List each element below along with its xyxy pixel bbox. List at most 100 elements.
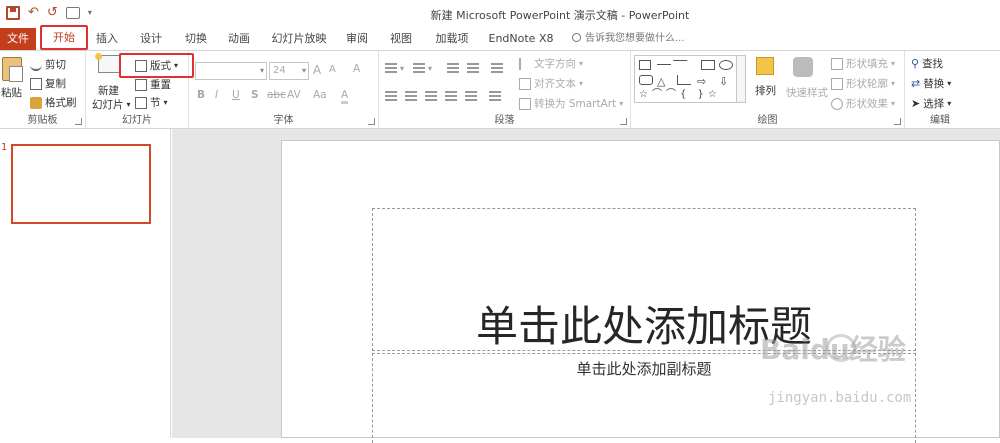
line-spacing-icon [491,63,503,73]
baidu-watermark: Baidu经验 jingyan.baidu.com [760,328,950,418]
smartart-button[interactable]: 转换为 SmartArt ▾ [519,96,623,111]
tab-review[interactable]: 审阅 [342,28,372,50]
triangle-shape-icon[interactable]: △ [657,75,671,87]
new-slide-button[interactable]: 幻灯片 ▾ [92,97,131,112]
font-launcher-icon[interactable] [368,118,375,125]
clipboard-group: 粘贴 剪切 复制 格式刷 剪贴板 [0,51,86,128]
increase-indent-button[interactable] [467,63,479,73]
shadow-button[interactable]: S [251,89,259,101]
shape-outline-button[interactable]: 形状轮廓 ▾ [831,76,895,91]
section-button[interactable]: 节 ▾ [135,95,168,110]
rounded-rect-icon[interactable] [639,75,653,85]
reset-icon [135,78,147,91]
font-name-combo[interactable]: ▾ [195,62,267,80]
font-color-icon: A [341,89,349,104]
decrease-indent-button[interactable] [447,63,459,73]
tab-design[interactable]: 设计 [136,28,166,50]
clipboard-launcher-icon[interactable] [75,118,82,125]
drawing-group: △ ⇨ ⇩ ☆⌒⌒{ }☆ 排列 快速样式 形状填充 ▾ 形状轮廓 ▾ 形状效果 ▾ … [631,51,905,128]
numbering-icon [413,63,425,73]
clear-format-button[interactable]: A [353,63,360,75]
more-shapes-row-icon[interactable]: ☆⌒⌒{ }☆ [639,90,729,100]
columns-button[interactable] [489,91,501,101]
distribute-icon [465,91,477,101]
text-direction-button[interactable]: 文字方向 ▾ [519,56,583,71]
scissors-icon [30,59,42,71]
cursor-icon: ➤ [911,97,921,110]
font-label: 字体 [273,115,294,126]
cut-button[interactable]: 剪切 [30,57,66,72]
grow-font-button[interactable]: A [313,63,321,77]
shapes-scrollbar[interactable] [736,56,745,102]
align-left-button[interactable] [385,91,397,101]
shapes-gallery[interactable]: △ ⇨ ⇩ ☆⌒⌒{ }☆ [634,55,746,103]
align-right-icon [425,91,437,101]
format-painter-button[interactable]: 格式刷 [30,95,77,110]
layout-button-label[interactable]: 版式 ▾ [135,58,178,73]
shape-effects-button[interactable]: 形状效果 ▾ [831,96,895,111]
tab-file[interactable]: 文件 [0,28,36,50]
arrange-button[interactable]: 排列 [755,83,776,98]
tab-addins[interactable]: 加载项 [432,28,472,50]
editing-label: 编辑 [930,115,950,126]
shape-fill-button[interactable]: 形状填充 ▾ [831,56,895,71]
ribbon: 粘贴 剪切 复制 格式刷 剪贴板 新建 幻灯片 ▾ 版式 ▾ 重置 节 ▾ 幻灯片 ▾… [0,50,1000,129]
right-arrow-shape-icon[interactable]: ⇨ [697,75,711,87]
rectangle-shape-icon[interactable] [701,60,715,70]
justify-button[interactable] [445,91,457,101]
replace-button[interactable]: ⇄ 替换 ▾ [911,76,951,91]
find-button[interactable]: ⚲ 查找 [911,56,943,71]
tab-transitions[interactable]: 切换 [181,28,211,50]
italic-button[interactable]: I [215,89,218,101]
new-slide-button-line1[interactable]: 新建 [98,83,119,98]
slides-label: 幻灯片 [122,115,152,126]
font-size-combo[interactable]: 24 ▾ [269,62,309,80]
align-right-button[interactable] [425,91,437,101]
line-shape-icon[interactable] [657,64,671,65]
underline-button[interactable]: U [232,89,240,101]
section-icon [135,96,147,109]
select-button[interactable]: ➤ 选择 ▾ [911,96,951,111]
search-icon: ⚲ [911,57,920,70]
tab-view[interactable]: 视图 [386,28,416,50]
strikethrough-button[interactable]: abc [267,89,286,101]
shrink-font-button[interactable]: A [329,64,336,75]
font-group: ▾ 24 ▾ A A A B I U S abc AV Aa A 字体 [189,51,379,128]
paste-button[interactable]: 粘贴 [1,85,22,100]
tab-insert[interactable]: 插入 [92,28,122,50]
bold-button[interactable]: B [197,89,205,101]
line-spacing-button[interactable] [491,63,503,73]
tab-home[interactable]: 开始 [40,25,88,50]
down-arrow-shape-icon[interactable]: ⇩ [719,75,733,87]
bullets-button[interactable]: ▾ [385,63,404,73]
justify-icon [445,91,457,101]
quick-styles-button[interactable]: 快速样式 [786,85,828,100]
distribute-button[interactable] [465,91,477,101]
change-case-button[interactable]: Aa [313,89,327,101]
diagonal-line-icon[interactable] [672,60,696,70]
quick-styles-icon [793,57,813,77]
tell-me-box[interactable]: 告诉我您想要做什么... [572,28,685,50]
numbering-button[interactable]: ▾ [413,63,432,73]
tab-endnote[interactable]: EndNote X8 [486,28,556,50]
slide-number: 1 [1,142,8,153]
oval-shape-icon[interactable] [719,60,733,70]
align-left-icon [385,91,397,101]
tab-animations[interactable]: 动画 [224,28,254,50]
reset-button[interactable]: 重置 [135,77,171,92]
align-text-button[interactable]: 对齐文本 ▾ [519,76,583,91]
font-color-button[interactable]: A [341,89,349,104]
paragraph-launcher-icon[interactable] [620,118,627,125]
align-text-icon [519,77,531,90]
drawing-launcher-icon[interactable] [894,118,901,125]
pen-icon [831,77,843,90]
slide-thumbnail-pane[interactable]: 1 [0,129,171,438]
textbox-shape-icon[interactable] [639,60,651,70]
align-center-button[interactable] [405,91,417,101]
char-spacing-button[interactable]: AV [287,89,301,101]
bullets-icon [385,63,397,73]
slide-thumbnail[interactable] [11,144,151,224]
tab-slideshow[interactable]: 幻灯片放映 [270,28,328,50]
elbow-connector-icon[interactable] [677,75,691,85]
copy-button[interactable]: 复制 [30,76,66,91]
